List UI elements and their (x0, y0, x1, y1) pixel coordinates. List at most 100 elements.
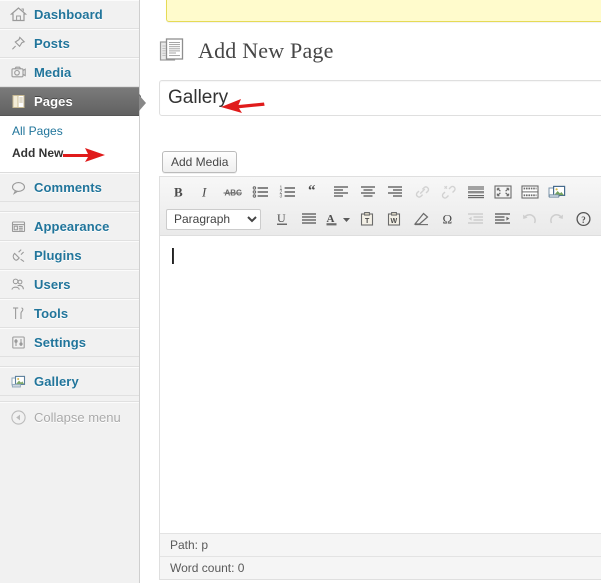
post-title-input[interactable] (159, 80, 601, 116)
paste-from-word-icon[interactable]: W (381, 208, 407, 230)
svg-text:3: 3 (279, 194, 282, 200)
sidebar-item-label: Tools (34, 306, 69, 321)
unlink-icon[interactable] (436, 181, 462, 203)
sidebar-subitem-label: Add New (12, 146, 64, 160)
sidebar-item-dashboard[interactable]: Dashboard (0, 0, 139, 29)
sidebar-item-label: Media (34, 65, 72, 80)
home-icon (9, 6, 27, 24)
sidebar-item-label: Pages (34, 94, 73, 109)
undo-icon[interactable] (516, 208, 542, 230)
strikethrough-icon[interactable]: ABC (220, 181, 246, 203)
special-character-icon[interactable]: Ω (435, 208, 461, 230)
settings-sliders-icon (9, 334, 27, 352)
align-justify-icon[interactable] (296, 208, 322, 230)
collapse-left-arrow-icon (9, 408, 27, 426)
tools-icon (9, 305, 27, 323)
admin-sidebar: Dashboard Posts Media Pages All Pages Ad… (0, 0, 147, 583)
blockquote-icon[interactable]: “ (301, 181, 327, 203)
svg-text:“: “ (308, 184, 316, 199)
sidebar-item-label: Gallery (34, 374, 79, 389)
toggle-toolbar-icon[interactable] (517, 181, 543, 203)
outdent-icon[interactable] (462, 208, 488, 230)
sidebar-submenu-pages: All Pages Add New (0, 116, 139, 173)
editor-toolbar: B I ABC 1 2 3 “ Paragraph U A T W Ω ? (160, 177, 601, 236)
sidebar-item-label: Plugins (34, 248, 82, 263)
gallery-images-icon (9, 373, 27, 391)
italic-icon[interactable]: I (193, 181, 219, 203)
help-icon[interactable]: ? (570, 208, 596, 230)
sidebar-item-label: Posts (34, 36, 70, 51)
sidebar-divider (0, 357, 139, 367)
sidebar-item-tools[interactable]: Tools (0, 299, 139, 328)
plug-icon (9, 247, 27, 265)
sidebar-item-all-pages[interactable]: All Pages (0, 121, 139, 143)
toolbar-row-2: Paragraph U A T W Ω ? (160, 205, 601, 233)
text-color-dropdown-icon[interactable] (340, 208, 353, 230)
sidebar-item-users[interactable]: Users (0, 270, 139, 299)
sidebar-item-plugins[interactable]: Plugins (0, 241, 139, 270)
camera-icon (9, 64, 27, 82)
admin-notice-banner (166, 0, 601, 22)
paragraph-format-select[interactable]: Paragraph (166, 208, 261, 230)
svg-text:A: A (326, 213, 334, 225)
svg-text:?: ? (581, 215, 586, 225)
indent-icon[interactable] (489, 208, 515, 230)
sidebar-item-label: Users (34, 277, 71, 292)
add-media-button[interactable]: Add Media (162, 151, 238, 173)
sidebar-item-add-new[interactable]: Add New (0, 143, 139, 165)
editor-box: B I ABC 1 2 3 “ Paragraph U A T W Ω ? Pa… (159, 176, 601, 580)
editor-media-row: Add Media Visual Text (159, 148, 601, 176)
read-more-icon[interactable] (463, 181, 489, 203)
toolbar-row-1: B I ABC 1 2 3 “ (160, 179, 601, 205)
text-cursor (172, 248, 173, 264)
pages-icon (9, 93, 27, 111)
sidebar-item-label: Appearance (34, 219, 110, 234)
sidebar-item-label: Comments (34, 180, 102, 195)
svg-text:B: B (174, 185, 183, 200)
fullscreen-icon[interactable] (490, 181, 516, 203)
svg-text:T: T (365, 218, 370, 225)
editor-content-area[interactable] (160, 236, 601, 534)
sidebar-divider (0, 202, 139, 212)
nextgen-gallery-icon[interactable] (544, 181, 570, 203)
numbered-list-icon[interactable]: 1 2 3 (274, 181, 300, 203)
bold-icon[interactable]: B (166, 181, 192, 203)
underline-icon[interactable]: U (269, 208, 295, 230)
svg-text:U: U (277, 211, 286, 225)
wordpress-admin-screen: Dashboard Posts Media Pages All Pages Ad… (0, 0, 601, 583)
sidebar-pointer-triangle (139, 95, 146, 111)
collapse-menu-button[interactable]: Collapse menu (0, 402, 139, 431)
page-title: Add New Page (198, 38, 334, 63)
pushpin-icon (9, 35, 27, 53)
main-content-area: Add New Page Add Media Visual Text (139, 0, 601, 583)
align-left-icon[interactable] (328, 181, 354, 203)
align-right-icon[interactable] (382, 181, 408, 203)
sidebar-item-media[interactable]: Media (0, 58, 139, 87)
sidebar-item-posts[interactable]: Posts (0, 29, 139, 58)
text-color-icon[interactable]: A (323, 208, 340, 230)
sidebar-item-label: Dashboard (34, 7, 103, 22)
redo-icon[interactable] (543, 208, 569, 230)
bulleted-list-icon[interactable] (247, 181, 273, 203)
sidebar-item-comments[interactable]: Comments (0, 173, 139, 202)
sidebar-menu-primary: Dashboard Posts Media Pages All Pages Ad… (0, 0, 147, 431)
clear-formatting-icon[interactable] (408, 208, 434, 230)
editor-path-status: Path: p (160, 534, 601, 557)
paste-as-text-icon[interactable]: T (354, 208, 380, 230)
editor-container: Add Media Visual Text B I (159, 148, 601, 580)
align-center-icon[interactable] (355, 181, 381, 203)
sidebar-subitem-label: All Pages (12, 124, 63, 138)
sidebar-item-settings[interactable]: Settings (0, 328, 139, 357)
users-icon (9, 276, 27, 294)
sidebar-item-pages[interactable]: Pages (0, 87, 147, 116)
collapse-menu-label: Collapse menu (34, 409, 121, 425)
insert-link-icon[interactable] (409, 181, 435, 203)
svg-text:Ω: Ω (443, 212, 453, 227)
stacked-pages-icon (159, 36, 189, 66)
sidebar-item-gallery[interactable]: Gallery (0, 367, 139, 396)
svg-text:W: W (391, 218, 398, 225)
page-title-row: Add New Page (159, 36, 334, 66)
sidebar-item-appearance[interactable]: Appearance (0, 212, 139, 241)
sidebar-item-label: Settings (34, 335, 87, 350)
editor-word-count: Word count: 0 (160, 557, 601, 579)
